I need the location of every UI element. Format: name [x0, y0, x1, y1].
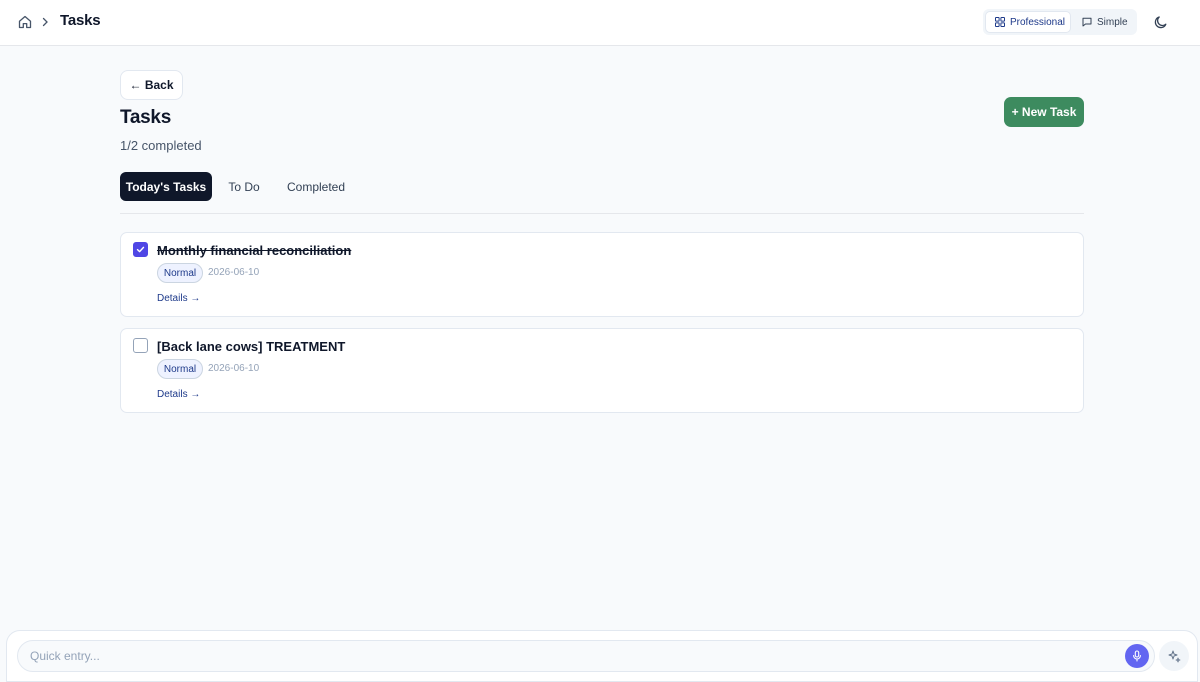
- mode-simple-button[interactable]: Simple: [1073, 11, 1133, 33]
- progress-text: 1/2 completed: [120, 138, 202, 153]
- task-card: [Back lane cows] TREATMENT Normal 2026-0…: [120, 328, 1084, 413]
- top-bar: Tasks Professional Simple: [0, 0, 1200, 46]
- task-checkbox[interactable]: [133, 242, 148, 257]
- tab-todays-tasks[interactable]: Today's Tasks: [120, 172, 212, 201]
- task-checkbox[interactable]: [133, 338, 148, 353]
- details-link[interactable]: Details →: [157, 389, 200, 400]
- grid-icon: [995, 17, 1005, 27]
- quick-entry-input[interactable]: [17, 640, 1155, 672]
- breadcrumb-title: Tasks: [60, 12, 101, 29]
- task-title: [Back lane cows] TREATMENT: [157, 339, 346, 354]
- task-date: 2026-06-10: [208, 267, 260, 278]
- mode-professional-label: Professional: [1010, 16, 1066, 28]
- task-card: Monthly financial reconciliation Normal …: [120, 232, 1084, 317]
- task-title: Monthly financial reconciliation: [157, 243, 352, 258]
- chevron-right-icon: [42, 17, 48, 27]
- priority-badge: Normal: [157, 359, 203, 379]
- mode-simple-label: Simple: [1097, 16, 1128, 28]
- new-task-button[interactable]: + New Task: [1004, 97, 1084, 127]
- sparkle-icon: [1168, 650, 1181, 663]
- microphone-button[interactable]: [1125, 644, 1149, 668]
- tabs-divider: [120, 213, 1084, 214]
- moon-icon[interactable]: [1153, 14, 1169, 30]
- tab-to-do[interactable]: To Do: [220, 172, 268, 201]
- mode-professional-button[interactable]: Professional: [985, 11, 1071, 33]
- check-icon: [136, 246, 145, 253]
- details-link[interactable]: Details →: [157, 293, 200, 304]
- back-button[interactable]: ← Back: [120, 70, 183, 100]
- microphone-icon: [1133, 650, 1141, 662]
- priority-badge: Normal: [157, 263, 203, 283]
- page-title: Tasks: [120, 107, 171, 128]
- quick-entry-bar: [6, 630, 1198, 682]
- task-date: 2026-06-10: [208, 363, 260, 374]
- home-icon[interactable]: [17, 14, 33, 30]
- sparkle-button[interactable]: [1159, 641, 1189, 671]
- chat-icon: [1082, 17, 1092, 27]
- tab-completed[interactable]: Completed: [278, 172, 354, 201]
- mode-toggle: Professional Simple: [983, 9, 1137, 35]
